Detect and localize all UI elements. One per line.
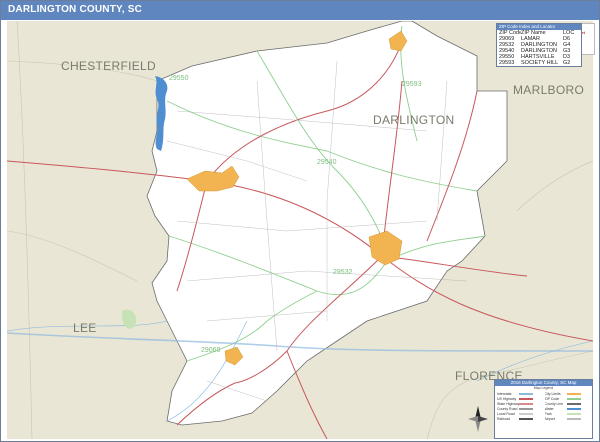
zip-label-29540: 29540: [317, 159, 337, 166]
legend-swatch: [519, 412, 533, 415]
legend-columns: Interstate US Highway State Highway Coun…: [495, 391, 592, 421]
legend-label: Railroad: [497, 416, 511, 421]
legend-col-left: Interstate US Highway State Highway Coun…: [497, 391, 545, 421]
zip-cell: 29593: [499, 60, 515, 66]
legend-label: Park: [544, 411, 552, 416]
loc-cell: G2: [563, 60, 571, 66]
legend-swatch: [519, 417, 533, 420]
legend-label: Interstate: [497, 391, 512, 396]
map-title: DARLINGTON COUNTY, SC: [8, 4, 143, 15]
zip-label-29550: 29550: [169, 75, 189, 82]
county-label-darlington: DARLINGTON: [373, 113, 455, 127]
legend-swatch: [566, 407, 581, 410]
legend-swatch: [519, 407, 533, 410]
legend-label: US Highway: [497, 396, 517, 401]
table-row: 29593 SOCIETY HILL G2: [497, 60, 581, 66]
legend-swatch: [566, 392, 581, 395]
legend-label: City Limits: [544, 391, 561, 396]
legend-swatch: [566, 412, 581, 415]
legend-label: State Highway: [497, 401, 519, 406]
legend-label: Airport: [544, 416, 555, 421]
map-canvas[interactable]: CHESTERFIELD MARLBORO DARLINGTON LEE FLO…: [7, 21, 593, 439]
zip-label-29069: 29069: [201, 347, 221, 354]
county-label-marlboro: MARLBORO: [513, 83, 585, 97]
legend-label: County Line: [544, 401, 564, 406]
legend-item: Railroad: [497, 416, 545, 421]
legend-label: County Road: [497, 406, 518, 411]
legend-label: Water: [544, 406, 554, 411]
legend-swatch: [519, 392, 533, 395]
county-label-lee: LEE: [73, 321, 97, 335]
legend-swatch: [566, 397, 581, 400]
legend-swatch: [566, 402, 581, 405]
zip-code-index-table: ZIP Code Index and Locator ZIP Code ZIP …: [496, 23, 582, 67]
name-cell: SOCIETY HILL: [521, 60, 559, 66]
compass-rose-icon: [468, 406, 488, 432]
zip-label-29532: 29532: [333, 269, 353, 276]
title-bar: DARLINGTON COUNTY, SC: [1, 1, 599, 20]
county-label-chesterfield: CHESTERFIELD: [61, 59, 156, 73]
legend-item: Airport: [545, 416, 593, 421]
map-frame: DARLINGTON COUNTY, SC CHESTERFIELD MARLB…: [0, 0, 600, 442]
map-legend: 2016 Darlington County, SC Map Map Legen…: [494, 379, 593, 439]
legend-swatch: [519, 397, 533, 400]
legend-swatch: [519, 402, 533, 405]
legend-label: ZIP Code: [544, 396, 560, 401]
legend-label: Local Road: [497, 411, 515, 416]
legend-col-right: City Limits ZIP Code County Line Water P…: [545, 391, 593, 421]
legend-swatch: [566, 417, 581, 420]
zip-label-29593: 29593: [402, 81, 422, 88]
